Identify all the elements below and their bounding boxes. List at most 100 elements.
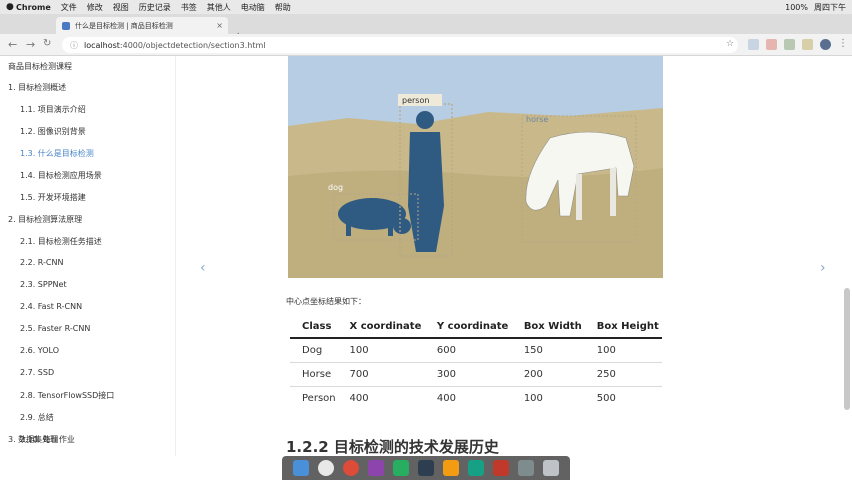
app-icon[interactable] bbox=[468, 460, 485, 476]
terminal-app-icon[interactable] bbox=[417, 460, 434, 476]
sidebar-item-2-1[interactable]: 2.1. 目标检测任务描述 bbox=[20, 236, 102, 247]
reload-icon[interactable]: ↻ bbox=[43, 38, 51, 49]
app-icon[interactable] bbox=[518, 460, 535, 476]
table-row: Dog 100 600 150 100 bbox=[290, 338, 662, 363]
table-cell: 700 bbox=[337, 362, 425, 387]
back-icon[interactable]: ← bbox=[8, 38, 17, 51]
center-coordinates-table: Class X coordinate Y coordinate Box Widt… bbox=[290, 312, 662, 410]
menu-history[interactable]: 历史记录 bbox=[139, 2, 171, 13]
profile-avatar[interactable] bbox=[820, 39, 831, 50]
menu-bookmarks[interactable]: 书签 bbox=[181, 2, 197, 13]
detection-photo-svg: person dog horse bbox=[288, 56, 663, 278]
menu-status-area: 100% 周四下午 bbox=[779, 0, 846, 14]
url-path: :4000/objectdetection/section3.html bbox=[119, 40, 266, 50]
sidebar-item-2-9[interactable]: 2.9. 总结 bbox=[20, 412, 54, 423]
app-icon[interactable] bbox=[392, 460, 409, 476]
sidebar-item-1-3[interactable]: 1.3. 什么是目标检测 bbox=[20, 148, 94, 159]
macos-menu-bar: ● Chrome 文件 修改 视图 历史记录 书签 其他人 电动脑 帮助 100… bbox=[0, 0, 852, 14]
sidebar-item-2-3[interactable]: 2.3. SPPNet bbox=[20, 280, 67, 289]
trash-icon[interactable] bbox=[543, 460, 560, 476]
menu-view[interactable]: 视图 bbox=[113, 2, 129, 13]
sidebar-item-2-7[interactable]: 2.7. SSD bbox=[20, 368, 54, 377]
sidebar-item-1-2[interactable]: 1.2. 图像识别背景 bbox=[20, 126, 86, 137]
apple-icon[interactable]: ● bbox=[6, 2, 16, 12]
page-favicon-icon bbox=[62, 21, 70, 30]
header-x-coordinate: X coordinate bbox=[337, 312, 425, 339]
table-row: Horse 700 300 200 250 bbox=[290, 362, 662, 387]
main-content: ‹ › person dog horse 中心点坐标结果如下： Class X … bbox=[176, 56, 852, 456]
sidebar-item-chapter-1[interactable]: 1. 目标检测概述 bbox=[8, 82, 66, 93]
person-figure bbox=[408, 111, 444, 252]
table-cell: 600 bbox=[424, 338, 512, 363]
section-heading: 1.2.2 目标检测的技术发展历史 bbox=[286, 438, 499, 456]
url-host: localhost bbox=[84, 40, 120, 50]
table-header-row: Class X coordinate Y coordinate Box Widt… bbox=[290, 312, 662, 339]
table-cell: 400 bbox=[436, 392, 457, 404]
sidebar-item-2-8[interactable]: 2.8. TensorFlowSSD接口 bbox=[20, 390, 114, 401]
browser-toolbar: ← → ↻ ⓘ localhost :4000/objectdetection/… bbox=[0, 34, 852, 56]
menu-help[interactable]: 帮助 bbox=[275, 2, 291, 13]
finder-app-icon[interactable] bbox=[292, 460, 309, 476]
extension-icon[interactable] bbox=[748, 39, 759, 50]
tab-close-icon[interactable]: × bbox=[216, 21, 223, 30]
table-cell: Horse bbox=[290, 362, 338, 387]
bookmark-star-icon[interactable]: ☆ bbox=[726, 39, 734, 49]
sidebar-item-1-5[interactable]: 1.5. 开发环境搭建 bbox=[20, 192, 86, 203]
header-y-coordinate: Y coordinate bbox=[424, 312, 512, 339]
clock[interactable]: 周四下午 bbox=[814, 2, 846, 13]
menu-edit[interactable]: 修改 bbox=[87, 2, 103, 13]
address-bar[interactable]: ⓘ localhost :4000/objectdetection/sectio… bbox=[62, 37, 738, 53]
coordinates-intro: 中心点坐标结果如下： bbox=[286, 297, 366, 306]
extension-icon[interactable] bbox=[802, 39, 813, 50]
menu-chrome[interactable]: Chrome bbox=[16, 3, 51, 12]
sidebar-item-2-6[interactable]: 2.6. YOLO bbox=[20, 346, 59, 355]
table-cell: 500 bbox=[596, 392, 616, 404]
tab-strip: 什么是目标检测 | 商品目标检测 × + bbox=[0, 14, 852, 42]
table-cell: 100 bbox=[523, 392, 543, 404]
course-sidebar: 商品目标检测课程 1. 目标检测概述 1.1. 项目演示介绍 1.2. 图像识别… bbox=[0, 56, 176, 456]
app-icon[interactable] bbox=[443, 460, 459, 476]
table-cell: 150 bbox=[511, 338, 585, 363]
dog-label: dog bbox=[328, 183, 343, 192]
info-icon[interactable]: ⓘ bbox=[70, 40, 78, 51]
forward-icon[interactable]: → bbox=[26, 38, 35, 51]
app-icon[interactable] bbox=[367, 460, 384, 476]
sidebar-item-1-4[interactable]: 1.4. 目标检测应用场景 bbox=[20, 170, 102, 181]
sidebar-item-chapter-2[interactable]: 2. 目标检测算法原理 bbox=[8, 214, 82, 225]
sidebar-item-2-5[interactable]: 2.5. Faster R-CNN bbox=[20, 324, 90, 333]
table-row: Person 400 400 100 500 bbox=[290, 386, 662, 410]
table-cell: Dog bbox=[290, 338, 338, 363]
table-cell: 300 bbox=[424, 362, 512, 387]
table-cell: 200 bbox=[511, 362, 585, 387]
prev-page-arrow-icon[interactable]: ‹ bbox=[200, 260, 206, 276]
table-cell: 100 bbox=[584, 338, 662, 363]
detection-example-image: person dog horse bbox=[288, 56, 663, 278]
table-cell: 250 bbox=[584, 362, 662, 387]
table-cell: 400 bbox=[349, 392, 369, 404]
horse-label: horse bbox=[526, 115, 548, 124]
safari-app-icon[interactable] bbox=[317, 460, 334, 476]
app-icon[interactable] bbox=[493, 460, 510, 476]
table-cell: 100 bbox=[337, 338, 425, 363]
sidebar-title: 商品目标检测课程 bbox=[8, 62, 72, 71]
sidebar-item-2-4[interactable]: 2.4. Fast R-CNN bbox=[20, 302, 82, 311]
tab-title: 什么是目标检测 | 商品目标检测 bbox=[75, 21, 173, 30]
menu-window[interactable]: 电动脑 bbox=[241, 2, 265, 13]
menu-file[interactable]: 文件 bbox=[61, 2, 77, 13]
sidebar-item-1-1[interactable]: 1.1. 项目演示介绍 bbox=[20, 104, 86, 115]
more-menu-icon[interactable]: ⋮ bbox=[838, 38, 848, 49]
next-page-arrow-icon[interactable]: › bbox=[820, 260, 826, 276]
header-box-height: Box Height bbox=[584, 312, 662, 339]
sidebar-item-chapter-3[interactable]: 3. 数据集处理 bbox=[8, 434, 58, 445]
extension-icon[interactable] bbox=[784, 39, 795, 50]
table-cell: Person bbox=[302, 392, 336, 404]
menu-people[interactable]: 其他人 bbox=[207, 2, 231, 13]
header-class: Class bbox=[290, 312, 338, 339]
battery-percent: 100% bbox=[785, 2, 808, 12]
sidebar-item-2-2[interactable]: 2.2. R-CNN bbox=[20, 258, 63, 267]
header-box-width: Box Width bbox=[511, 312, 585, 339]
chrome-app-icon[interactable] bbox=[342, 460, 359, 476]
extension-icon[interactable] bbox=[766, 39, 777, 50]
browser-tab[interactable]: 什么是目标检测 | 商品目标检测 × bbox=[56, 17, 228, 34]
page-scrollbar[interactable] bbox=[844, 288, 850, 410]
